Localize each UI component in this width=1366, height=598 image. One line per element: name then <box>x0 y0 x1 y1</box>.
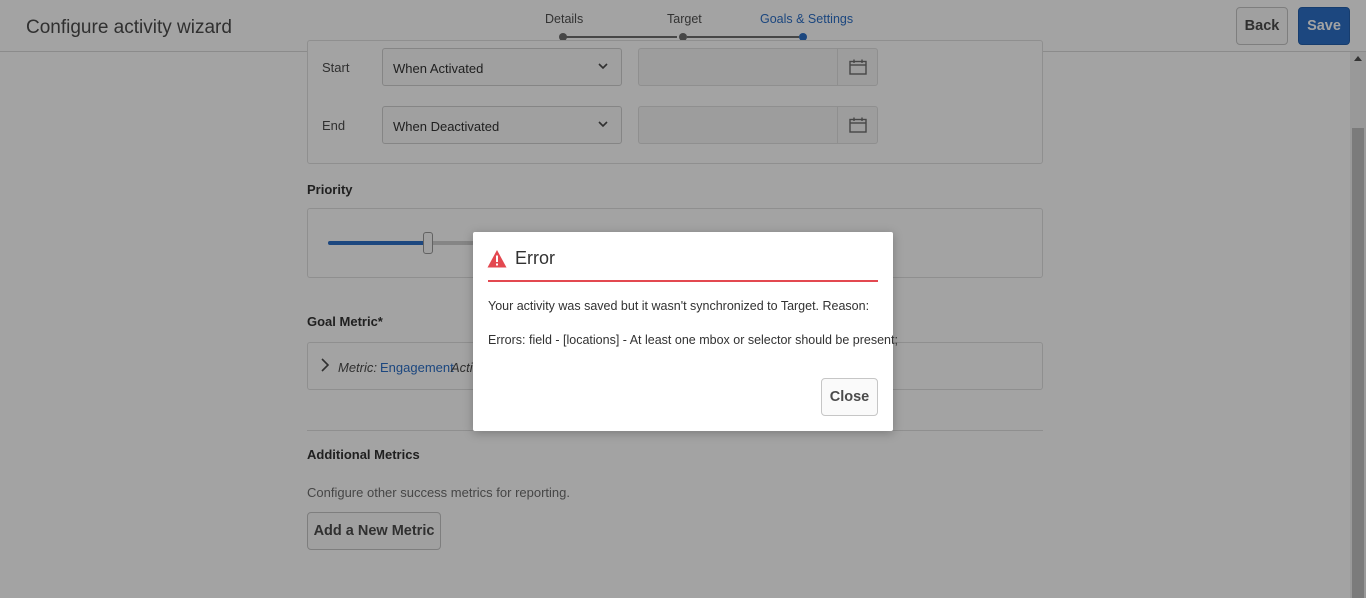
dialog-message: Your activity was saved but it wasn't sy… <box>488 299 870 313</box>
error-dialog: Error Your activity was saved but it was… <box>473 232 898 431</box>
close-button[interactable]: Close <box>821 378 878 416</box>
dialog-title: Error <box>515 248 555 268</box>
dialog-error-detail: Errors: field - [locations] - At least o… <box>488 333 898 347</box>
dialog-title-divider <box>488 280 878 282</box>
alert-icon <box>487 249 507 269</box>
